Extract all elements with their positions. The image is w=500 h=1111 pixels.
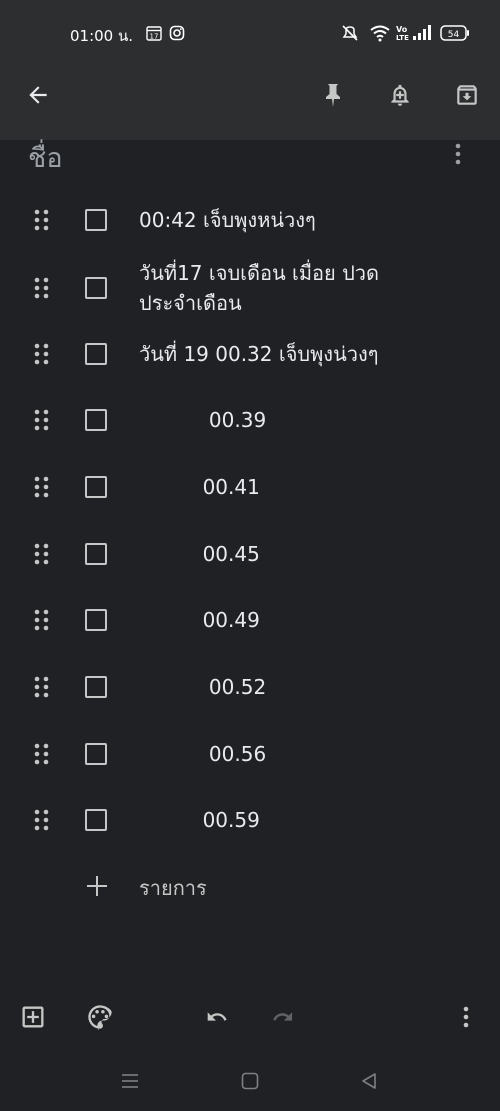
drag-handle-icon[interactable]	[33, 276, 51, 300]
checklist-item: 00.56	[0, 737, 500, 771]
pin-button[interactable]	[311, 73, 355, 117]
add-list-item-button[interactable]: รายการ	[0, 870, 500, 904]
arrow-left-icon	[29, 86, 47, 104]
palette-icon	[88, 1005, 112, 1030]
add-box-icon	[22, 1006, 44, 1028]
checklist-item-text[interactable]: 00.52	[139, 672, 469, 702]
calendar-day: 17	[150, 33, 159, 41]
back-button[interactable]	[16, 73, 60, 117]
add-box-button[interactable]	[14, 998, 52, 1036]
checklist-item-text[interactable]: 00.45	[139, 539, 469, 569]
checklist-item: วันที่17 เจบเดือน เมื่อย ปวด ประจำเดือน	[0, 258, 500, 318]
status-bar: 01:00 น. 17 Vo LTE 54	[0, 22, 500, 46]
more-vert-icon	[455, 143, 461, 165]
checklist-item-text[interactable]: 00.56	[139, 739, 469, 769]
archive-icon	[457, 85, 477, 105]
checklist-item-text[interactable]: 00.39	[139, 405, 469, 435]
checklist-item-text[interactable]: 00.41	[139, 472, 469, 502]
checklist-item: 00.39	[0, 403, 500, 437]
volte-icon: Vo LTE	[395, 24, 409, 46]
drag-handle-icon[interactable]	[33, 808, 51, 832]
drag-handle-icon[interactable]	[33, 475, 51, 499]
nav-recents-button[interactable]	[115, 1066, 145, 1096]
checklist-item-text[interactable]: วันที่ 19 00.32 เจ็บพุงน่วงๆ	[139, 339, 469, 369]
undo-icon	[207, 1012, 227, 1021]
instagram-icon	[169, 25, 185, 45]
redo-button[interactable]	[264, 998, 302, 1036]
palette-button[interactable]	[81, 998, 119, 1036]
menu-lines-icon	[122, 1074, 138, 1088]
drag-handle-icon[interactable]	[33, 342, 51, 366]
checklist-item-text[interactable]: 00.59	[139, 805, 469, 835]
checklist-item: วันที่ 19 00.32 เจ็บพุงน่วงๆ	[0, 337, 500, 371]
plus-icon	[85, 874, 109, 902]
signal-icon	[412, 24, 432, 46]
drag-handle-icon[interactable]	[33, 742, 51, 766]
more-options-button[interactable]	[447, 998, 485, 1036]
checklist-checkbox[interactable]	[85, 209, 107, 231]
checklist-checkbox[interactable]	[85, 277, 107, 299]
checklist-item-text[interactable]: 00.49	[139, 605, 469, 635]
note-title-input[interactable]: ชื่อ	[28, 136, 63, 179]
redo-icon	[273, 1012, 293, 1021]
checklist-checkbox[interactable]	[85, 476, 107, 498]
nav-home-button[interactable]	[235, 1066, 265, 1096]
drag-handle-icon[interactable]	[33, 208, 51, 232]
drag-handle-icon[interactable]	[33, 608, 51, 632]
mute-icon	[340, 24, 360, 46]
undo-button[interactable]	[198, 998, 236, 1036]
checklist-item: 00.45	[0, 537, 500, 571]
calendar-icon: 17	[146, 25, 162, 45]
checklist-item-text[interactable]: 00:42 เจ็บพุงหน่วงๆ	[139, 205, 469, 235]
drag-handle-icon[interactable]	[33, 542, 51, 566]
title-more-button[interactable]	[444, 138, 472, 170]
add-list-item-label: รายการ	[139, 876, 207, 900]
drag-handle-icon[interactable]	[33, 408, 51, 432]
status-time: 01:00 น.	[70, 27, 134, 45]
archive-button[interactable]	[445, 73, 489, 117]
checklist-item: 00.52	[0, 670, 500, 704]
svg-text:Vo: Vo	[396, 25, 408, 34]
battery-level: 54	[448, 30, 460, 40]
wifi-icon	[370, 24, 390, 46]
battery-icon: 54	[440, 24, 470, 46]
checklist-checkbox[interactable]	[85, 543, 107, 565]
checklist-item: 00.49	[0, 603, 500, 637]
checklist-item-text[interactable]: วันที่17 เจบเดือน เมื่อย ปวด ประจำเดือน	[139, 258, 469, 318]
checklist-item: 00.41	[0, 470, 500, 504]
checklist-checkbox[interactable]	[85, 409, 107, 431]
checklist-checkbox[interactable]	[85, 809, 107, 831]
checklist-item: 00:42 เจ็บพุงหน่วงๆ	[0, 203, 500, 237]
drag-handle-icon[interactable]	[33, 675, 51, 699]
pin-icon	[326, 84, 340, 107]
nav-back-button[interactable]	[354, 1066, 384, 1096]
triangle-back-icon	[362, 1073, 376, 1089]
checklist-checkbox[interactable]	[85, 609, 107, 631]
bell-plus-icon	[391, 84, 409, 106]
checklist-checkbox[interactable]	[85, 343, 107, 365]
more-vert-icon	[463, 1006, 469, 1028]
square-icon	[241, 1072, 259, 1090]
top-bar	[0, 0, 500, 140]
svg-text:LTE: LTE	[396, 34, 409, 42]
checklist-checkbox[interactable]	[85, 676, 107, 698]
reminder-button[interactable]	[378, 73, 422, 117]
checklist-item: 00.59	[0, 803, 500, 837]
checklist-checkbox[interactable]	[85, 743, 107, 765]
